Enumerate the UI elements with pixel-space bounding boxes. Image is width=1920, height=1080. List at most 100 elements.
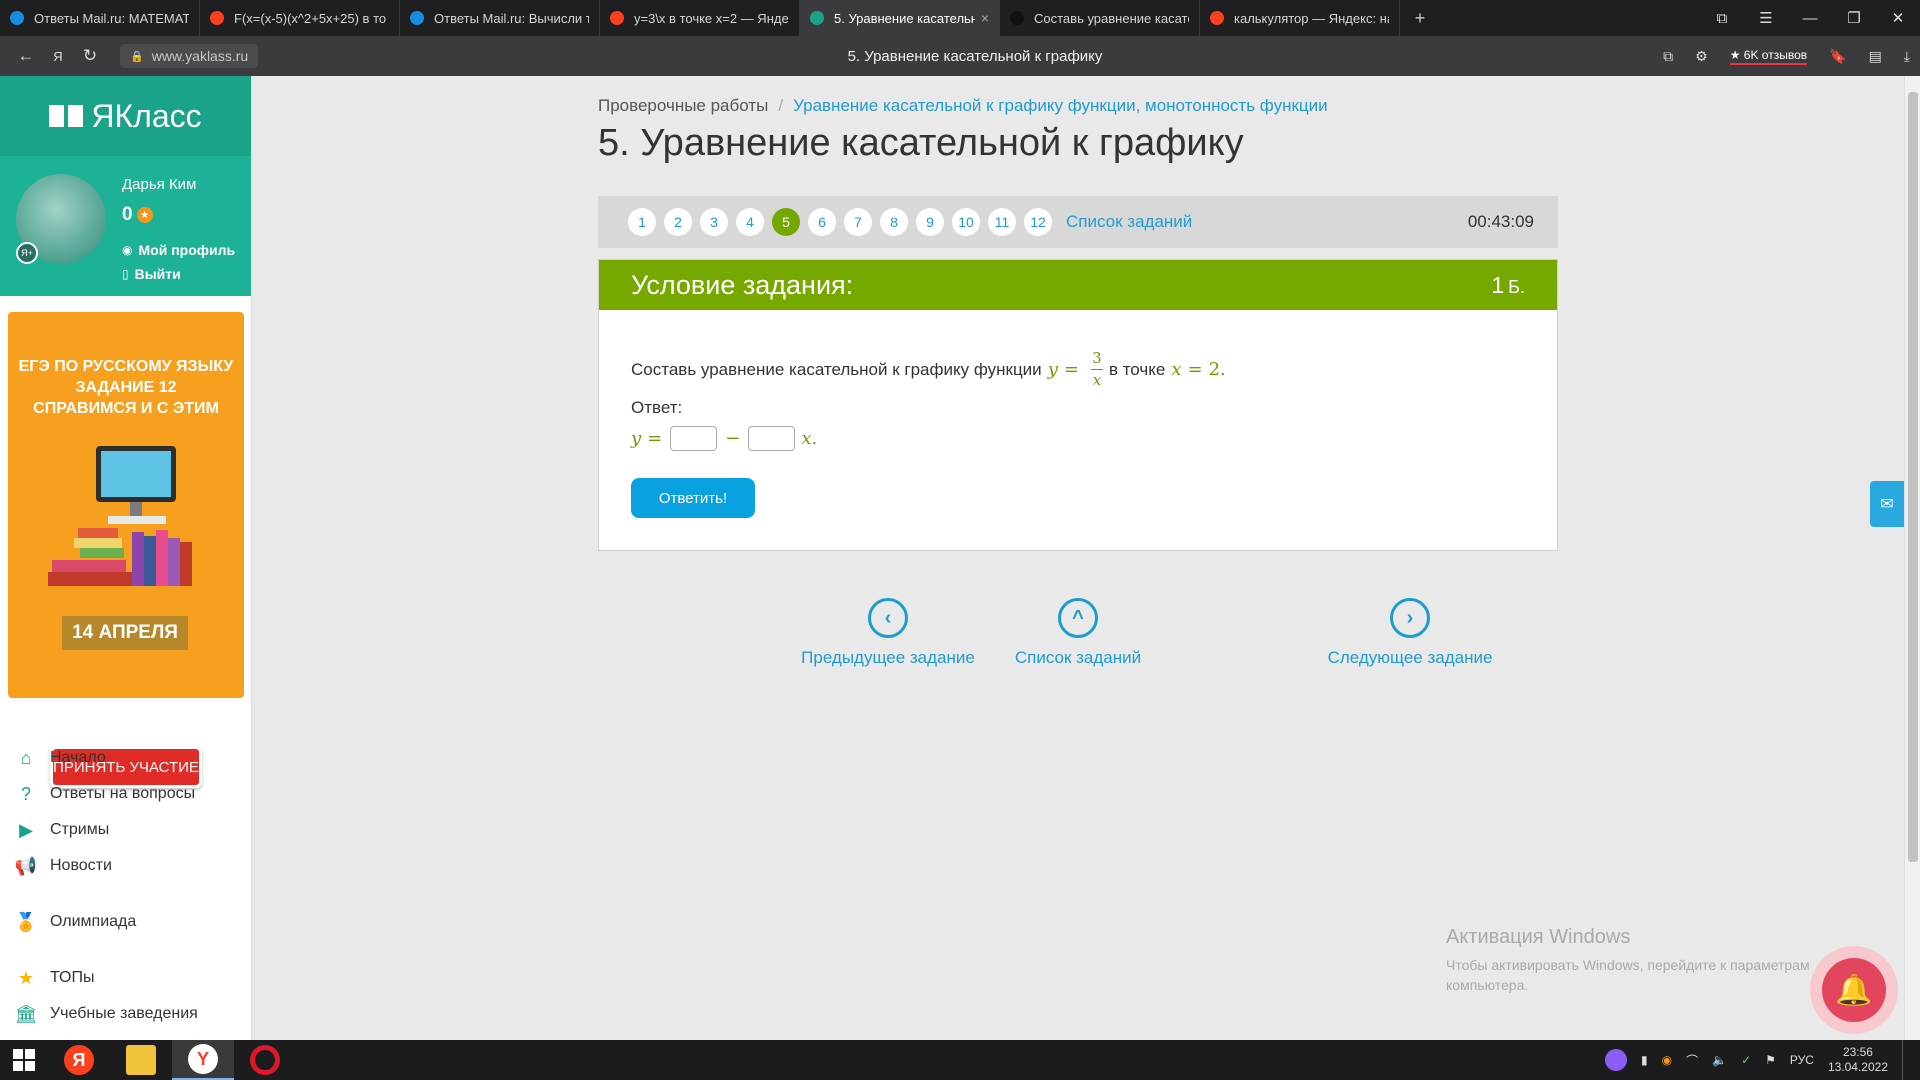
- reviews-badge[interactable]: ★ 6K отзывов: [1729, 48, 1808, 65]
- browser-tab-bar: Ответы Mail.ru: МАТЕМАТ F(x=(x-5)(x^2+5x+…: [0, 0, 1920, 36]
- show-desktop-button[interactable]: [1902, 1040, 1908, 1080]
- back-button[interactable]: ←: [10, 46, 42, 66]
- browser-menu-icon[interactable]: ☰: [1744, 9, 1788, 27]
- answer-input-coefficient[interactable]: [748, 426, 796, 451]
- breadcrumb-topic-link[interactable]: Уравнение касательной к графику функции,…: [793, 96, 1328, 115]
- user-name: Дарья Ким: [122, 176, 197, 193]
- new-tab-button[interactable]: +: [1400, 0, 1440, 36]
- sidebar: ЯКласс Я+ Дарья Ким 0 ★ ◉ Мой профиль ▯ …: [0, 76, 252, 1040]
- task-number-3[interactable]: 3: [700, 208, 728, 236]
- sidebar-item-schools[interactable]: 🏛 Учебные заведения: [14, 996, 244, 1032]
- task-card: Условие задания: 1 Б. Составь уравнение к…: [598, 259, 1558, 551]
- task-list-link[interactable]: Список заданий: [1066, 212, 1192, 232]
- start-button[interactable]: [0, 1040, 48, 1080]
- task-number-11[interactable]: 11: [988, 208, 1016, 236]
- star-icon: ★: [17, 967, 35, 988]
- task-number-1[interactable]: 1: [628, 208, 656, 236]
- address-bar: ← Я ↻ 🔒 www.yaklass.ru 5. Уравнение каса…: [0, 36, 1920, 76]
- star-icon: ★: [136, 207, 153, 223]
- yandex-home-button[interactable]: Я: [42, 49, 74, 64]
- folder-icon: [126, 1045, 156, 1075]
- page-scrollbar[interactable]: [1904, 76, 1920, 1040]
- downloads-icon[interactable]: ⤓: [1904, 48, 1910, 65]
- collections-icon[interactable]: ▤: [1869, 48, 1882, 65]
- browser-tab[interactable]: 5. Уравнение касательн ×: [800, 0, 1000, 36]
- wifi-icon[interactable]: ⌒: [1686, 1052, 1698, 1069]
- avatar[interactable]: Я+: [16, 174, 106, 264]
- rss-icon[interactable]: ◉: [1662, 1053, 1672, 1067]
- my-profile-link[interactable]: ◉ Мой профиль: [122, 242, 235, 258]
- sidebar-item-answers[interactable]: ? Ответы на вопросы: [14, 776, 244, 812]
- close-window-button[interactable]: ✕: [1876, 9, 1920, 27]
- sidebar-item-olympiad[interactable]: 🏅 Олимпиада: [14, 904, 244, 940]
- ad-banner[interactable]: ЕГЭ ПО РУССКОМУ ЯЗЫКУ ЗАДАНИЕ 12 СПРАВИМ…: [8, 312, 244, 698]
- browser-tab[interactable]: Составь уравнение касате: [1000, 0, 1200, 36]
- yandex-icon: Я: [64, 1045, 94, 1075]
- bell-icon: 🔔: [1822, 958, 1886, 1022]
- clock[interactable]: 23:56 13.04.2022: [1828, 1045, 1888, 1075]
- bookmark-icon[interactable]: 🔖: [1829, 48, 1846, 65]
- feedback-mail-icon[interactable]: ✉: [1870, 481, 1904, 527]
- yaklass-icon: [810, 11, 824, 25]
- timer: 00:43:09: [1467, 212, 1534, 231]
- tab-title: y=3\x в точке x=2 — Янде: [634, 10, 789, 26]
- taskbar-explorer[interactable]: [110, 1040, 172, 1080]
- task-number-6[interactable]: 6: [808, 208, 836, 236]
- breadcrumb-root[interactable]: Проверочные работы: [598, 96, 768, 115]
- tabs-menu-icon[interactable]: ⧉: [1700, 10, 1744, 27]
- restore-button[interactable]: ❐: [1832, 9, 1876, 27]
- network-icon[interactable]: ▮: [1641, 1053, 1648, 1067]
- taskbar-opera[interactable]: [234, 1040, 296, 1080]
- browser-tab[interactable]: калькулятор — Яндекс: на: [1200, 0, 1400, 36]
- minimize-button[interactable]: —: [1788, 10, 1832, 27]
- chevron-left-icon: ‹: [868, 598, 908, 638]
- sidebar-item-home[interactable]: ⌂ Начало: [14, 740, 244, 776]
- question-icon: ?: [20, 783, 31, 804]
- close-tab-icon[interactable]: ×: [981, 10, 989, 26]
- taskbar-yandex-browser[interactable]: Y: [172, 1040, 234, 1080]
- browser-tab[interactable]: F(x=(x-5)(x^2+5x+25) в то: [200, 0, 400, 36]
- task-number-10[interactable]: 10: [952, 208, 980, 236]
- task-number-12[interactable]: 12: [1024, 208, 1052, 236]
- url-field[interactable]: 🔒 www.yaklass.ru: [120, 44, 259, 68]
- tab-title: F(x=(x-5)(x^2+5x+25) в то: [234, 10, 387, 26]
- scrollbar-thumb[interactable]: [1908, 92, 1918, 862]
- sidebar-item-news[interactable]: 📢 Новости: [14, 848, 244, 884]
- flag-icon[interactable]: ⚑: [1765, 1053, 1776, 1067]
- task-number-9[interactable]: 9: [916, 208, 944, 236]
- browser-tab[interactable]: Ответы Mail.ru: МАТЕМАТ: [0, 0, 200, 36]
- extensions-icon[interactable]: ⚙: [1695, 48, 1708, 65]
- ad-date: 14 АПРЕЛЯ: [62, 616, 188, 650]
- check-icon[interactable]: ✓: [1741, 1053, 1751, 1067]
- question-text: Составь уравнение касательной к графику …: [631, 349, 1226, 389]
- fraction: 3 x: [1090, 349, 1103, 389]
- browser-tab[interactable]: y=3\x в точке x=2 — Янде: [600, 0, 800, 36]
- windows-activation-watermark: Активация Windows Чтобы активировать Win…: [1446, 926, 1810, 993]
- answer-input-constant[interactable]: [670, 426, 718, 451]
- next-task-button[interactable]: › Следующее задание: [1300, 598, 1520, 668]
- volume-icon[interactable]: 🔈: [1712, 1053, 1727, 1067]
- browser-tab[interactable]: Ответы Mail.ru: Вычисли т: [400, 0, 600, 36]
- task-number-5[interactable]: 5: [772, 208, 800, 236]
- tab-title: калькулятор — Яндекс: на: [1234, 10, 1389, 26]
- task-number-8[interactable]: 8: [880, 208, 908, 236]
- taskbar-yandex[interactable]: Я: [48, 1040, 110, 1080]
- sidebar-item-streams[interactable]: ▶ Стримы: [14, 812, 244, 848]
- prev-task-button[interactable]: ‹ Предыдущее задание: [778, 598, 998, 668]
- task-number-4[interactable]: 4: [736, 208, 764, 236]
- url-text: www.yaklass.ru: [151, 48, 249, 64]
- notifications-button[interactable]: 🔔: [1810, 946, 1898, 1034]
- translate-icon[interactable]: ⧉: [1663, 48, 1673, 65]
- reload-button[interactable]: ↻: [74, 46, 106, 66]
- task-list-button[interactable]: ^ Список заданий: [968, 598, 1188, 668]
- yaklass-logo[interactable]: ЯКласс: [0, 76, 251, 156]
- task-number-7[interactable]: 7: [844, 208, 872, 236]
- level-badge-icon: Я+: [16, 242, 38, 264]
- submit-answer-button[interactable]: Ответить!: [631, 478, 755, 518]
- megaphone-icon: 📢: [14, 855, 38, 876]
- task-number-2[interactable]: 2: [664, 208, 692, 236]
- sidebar-item-tops[interactable]: ★ ТОПы: [14, 960, 244, 996]
- logout-link[interactable]: ▯ Выйти: [122, 266, 181, 282]
- alice-icon[interactable]: [1605, 1049, 1628, 1071]
- language-indicator[interactable]: РУС: [1790, 1053, 1814, 1067]
